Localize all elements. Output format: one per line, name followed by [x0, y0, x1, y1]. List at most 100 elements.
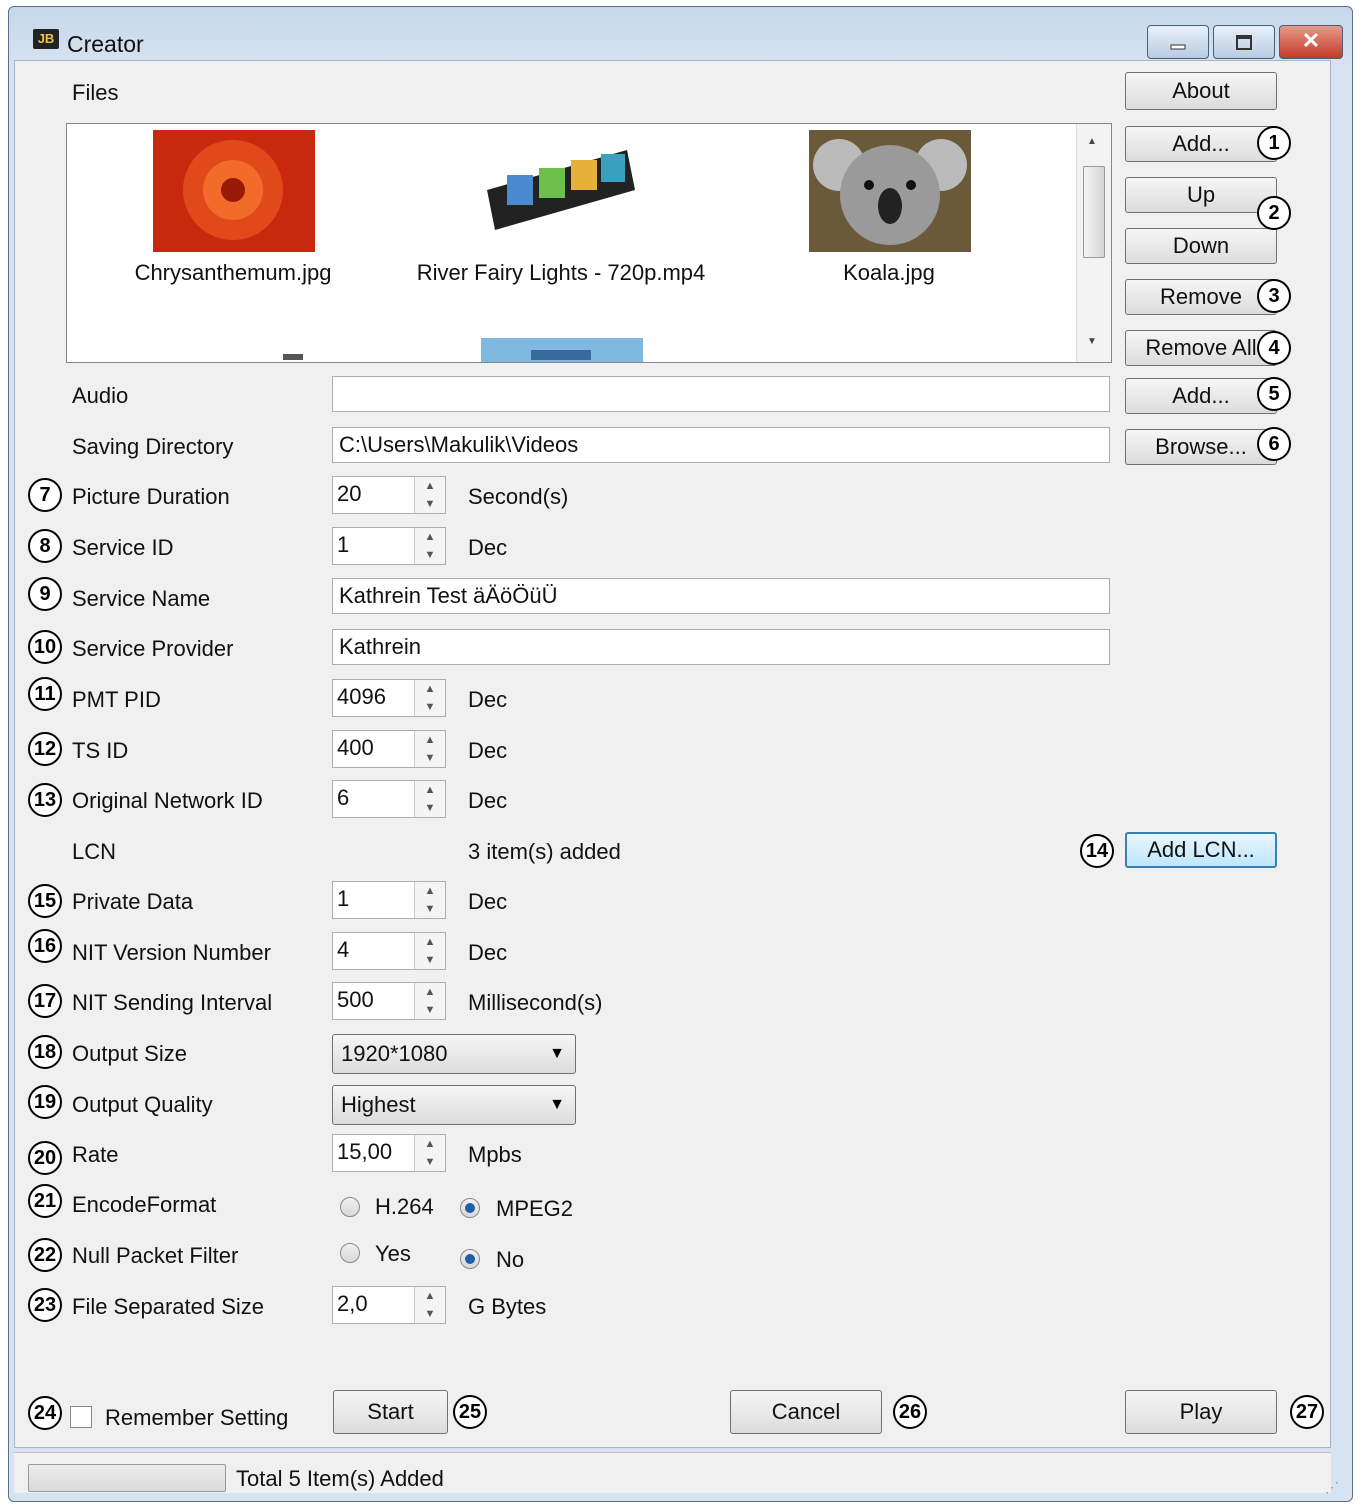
- stepper-down-icon[interactable]: ▼: [415, 1001, 445, 1019]
- callout-number: 25: [453, 1395, 487, 1429]
- scroll-up-icon[interactable]: ▲: [1087, 136, 1097, 147]
- maximize-button[interactable]: [1213, 25, 1275, 59]
- close-button[interactable]: ✕: [1279, 25, 1343, 59]
- original-network-id-unit: Dec: [468, 788, 508, 813]
- original-network-id-stepper[interactable]: 6 ▲ ▼: [332, 780, 446, 818]
- output-size-select[interactable]: 1920*1080 ▼: [332, 1034, 576, 1074]
- audio-field[interactable]: [332, 376, 1110, 412]
- h264-radio[interactable]: [340, 1197, 360, 1217]
- file-thumbnail-chrysanthemum: [153, 130, 315, 252]
- service-provider-field[interactable]: Kathrein: [332, 629, 1110, 665]
- service-name-field[interactable]: Kathrein Test äÄöÖüÜ: [332, 578, 1110, 614]
- callout-number: 10: [28, 630, 62, 664]
- lcn-status: 3 item(s) added: [468, 839, 621, 864]
- stepper-up-icon[interactable]: ▲: [415, 528, 445, 546]
- lcn-label: LCN: [72, 839, 117, 864]
- add-audio-button[interactable]: Add...: [1125, 378, 1277, 414]
- output-quality-select[interactable]: Highest ▼: [332, 1085, 576, 1125]
- remove-button[interactable]: Remove: [1125, 279, 1277, 315]
- add-lcn-button[interactable]: Add LCN...: [1125, 832, 1277, 868]
- ts-id-stepper[interactable]: 400 ▲ ▼: [332, 730, 446, 768]
- status-text: Total 5 Item(s) Added: [236, 1466, 444, 1491]
- null-filter-yes-radio[interactable]: [340, 1243, 360, 1263]
- ts-id-label: TS ID: [72, 738, 129, 763]
- resize-grip-icon[interactable]: ⋰: [1325, 1479, 1339, 1496]
- stepper-value: 2,0: [337, 1291, 368, 1316]
- stepper-down-icon[interactable]: ▼: [415, 698, 445, 716]
- stepper-up-icon[interactable]: ▲: [415, 781, 445, 799]
- private-data-stepper[interactable]: 1 ▲ ▼: [332, 881, 446, 919]
- start-button[interactable]: Start: [333, 1390, 448, 1434]
- callout-number: 11: [28, 677, 62, 711]
- scrollbar-thumb[interactable]: [1083, 166, 1105, 258]
- callout-number: 8: [28, 529, 62, 563]
- nit-interval-stepper[interactable]: 500 ▲ ▼: [332, 982, 446, 1020]
- select-value: Highest: [341, 1092, 416, 1117]
- callout-number: 23: [28, 1288, 62, 1322]
- title-bar[interactable]: JB Creator ✕: [9, 7, 1352, 67]
- service-id-unit: Dec: [468, 535, 508, 560]
- stepper-up-icon[interactable]: ▲: [415, 1287, 445, 1305]
- file-separated-size-stepper[interactable]: 2,0 ▲ ▼: [332, 1286, 446, 1324]
- dropdown-arrow-icon: ▼: [549, 1045, 565, 1062]
- browse-button[interactable]: Browse...: [1125, 429, 1277, 465]
- picture-duration-unit: Second(s): [468, 484, 569, 509]
- stepper-up-icon[interactable]: ▲: [415, 983, 445, 1001]
- remember-setting-label[interactable]: Remember Setting: [105, 1405, 288, 1431]
- stepper-down-icon[interactable]: ▼: [415, 495, 445, 513]
- null-filter-no-radio[interactable]: [460, 1249, 480, 1269]
- down-button[interactable]: Down: [1125, 228, 1277, 264]
- remove-all-button[interactable]: Remove All: [1125, 330, 1277, 366]
- file-list[interactable]: Chrysanthemum.jpg River Fairy Lights - 7…: [66, 123, 1112, 363]
- h264-label[interactable]: H.264: [375, 1194, 434, 1220]
- callout-number: 1: [1257, 126, 1291, 160]
- file-thumbnail-video: [487, 150, 635, 230]
- add-file-button[interactable]: Add...: [1125, 126, 1277, 162]
- pmt-pid-unit: Dec: [468, 687, 508, 712]
- callout-number: 24: [28, 1396, 62, 1430]
- stepper-down-icon[interactable]: ▼: [415, 951, 445, 969]
- cancel-button[interactable]: Cancel: [730, 1390, 882, 1434]
- file-name: Chrysanthemum.jpg: [134, 260, 332, 285]
- pmt-pid-stepper[interactable]: 4096 ▲ ▼: [332, 679, 446, 717]
- select-value: 1920*1080: [341, 1041, 448, 1066]
- stepper-up-icon[interactable]: ▲: [415, 680, 445, 698]
- up-button[interactable]: Up: [1125, 177, 1277, 213]
- null-packet-filter-label: Null Packet Filter: [72, 1243, 239, 1268]
- stepper-value: 4: [337, 937, 350, 962]
- minimize-button[interactable]: [1147, 25, 1209, 59]
- mpeg2-radio[interactable]: [460, 1198, 480, 1218]
- rate-stepper[interactable]: 15,00 ▲ ▼: [332, 1134, 446, 1172]
- null-filter-yes-label[interactable]: Yes: [375, 1241, 411, 1267]
- file-list-scrollbar[interactable]: ▲ ▼: [1076, 124, 1111, 362]
- remember-setting-checkbox[interactable]: [70, 1406, 92, 1428]
- stepper-down-icon[interactable]: ▼: [415, 1305, 445, 1323]
- stepper-down-icon[interactable]: ▼: [415, 900, 445, 918]
- stepper-down-icon[interactable]: ▼: [415, 546, 445, 564]
- stepper-down-icon[interactable]: ▼: [415, 1153, 445, 1171]
- callout-number: 15: [28, 884, 62, 918]
- file-separated-size-unit: G Bytes: [468, 1294, 547, 1319]
- saving-directory-field[interactable]: C:\Users\Makulik\Videos: [332, 427, 1110, 463]
- stepper-up-icon[interactable]: ▲: [415, 1135, 445, 1153]
- picture-duration-stepper[interactable]: 20 ▲ ▼: [332, 476, 446, 514]
- stepper-value: 4096: [337, 684, 386, 709]
- service-id-stepper[interactable]: 1 ▲ ▼: [332, 527, 446, 565]
- stepper-up-icon[interactable]: ▲: [415, 933, 445, 951]
- play-button[interactable]: Play: [1125, 1390, 1277, 1434]
- stepper-up-icon[interactable]: ▲: [415, 477, 445, 495]
- file-name: Koala.jpg: [843, 260, 935, 285]
- callout-number: 3: [1257, 279, 1291, 313]
- about-button[interactable]: About: [1125, 72, 1277, 110]
- null-filter-no-label[interactable]: No: [496, 1247, 524, 1273]
- stepper-down-icon[interactable]: ▼: [415, 799, 445, 817]
- callout-number: 20: [28, 1141, 62, 1175]
- callout-number: 5: [1257, 377, 1291, 411]
- stepper-up-icon[interactable]: ▲: [415, 731, 445, 749]
- nit-version-stepper[interactable]: 4 ▲ ▼: [332, 932, 446, 970]
- stepper-value: 400: [337, 735, 374, 760]
- mpeg2-label[interactable]: MPEG2: [496, 1196, 573, 1222]
- scroll-down-icon[interactable]: ▼: [1087, 336, 1097, 347]
- stepper-down-icon[interactable]: ▼: [415, 749, 445, 767]
- stepper-up-icon[interactable]: ▲: [415, 882, 445, 900]
